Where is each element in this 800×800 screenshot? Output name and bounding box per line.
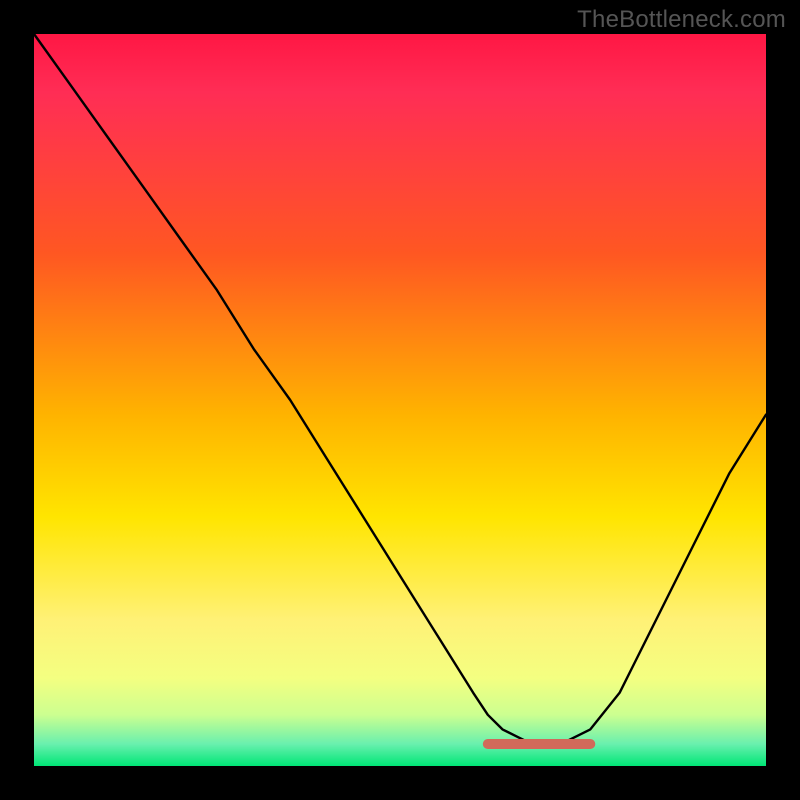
bottleneck-curve: [34, 34, 766, 744]
plot-area: [34, 34, 766, 766]
watermark-text: TheBottleneck.com: [577, 6, 786, 34]
chart-frame: TheBottleneck.com: [0, 0, 800, 800]
curve-svg: [34, 34, 766, 766]
